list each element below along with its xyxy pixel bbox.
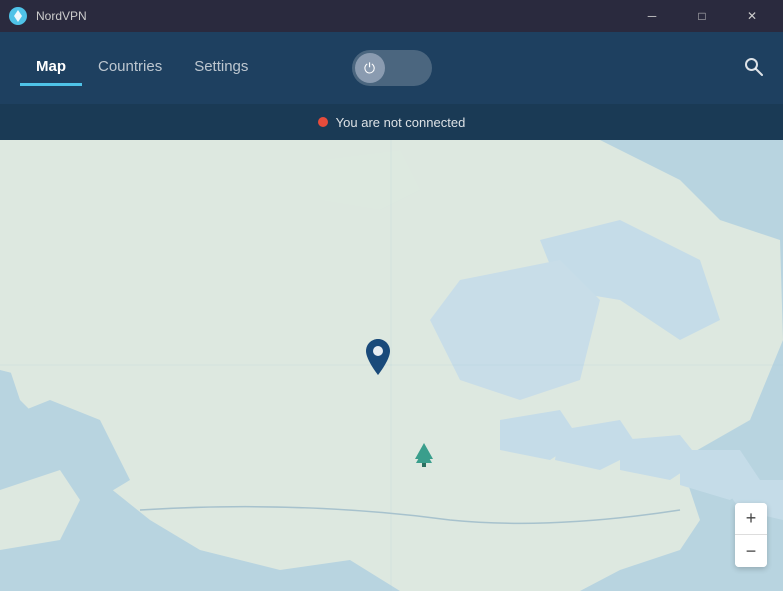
minimize-button[interactable]: ─ — [629, 0, 675, 32]
titlebar-controls: ─ □ ✕ — [629, 0, 775, 32]
close-button[interactable]: ✕ — [729, 0, 775, 32]
zoom-controls: + − — [735, 503, 767, 567]
power-toggle[interactable]: ⏻ — [352, 50, 432, 86]
app-logo — [8, 6, 28, 26]
navbar: Map Countries Settings ⏻ — [0, 32, 783, 104]
nav-tabs: Map Countries Settings — [20, 50, 264, 86]
tab-settings[interactable]: Settings — [178, 50, 264, 86]
tree-icon-1 — [413, 441, 435, 475]
maximize-button[interactable]: □ — [679, 0, 725, 32]
statusbar: You are not connected — [0, 104, 783, 140]
tab-countries[interactable]: Countries — [82, 50, 178, 86]
zoom-out-button[interactable]: − — [735, 535, 767, 567]
toggle-track[interactable]: ⏻ — [352, 50, 432, 86]
connection-status-dot — [318, 117, 328, 127]
app-title: NordVPN — [36, 9, 87, 23]
titlebar: NordVPN ─ □ ✕ — [0, 0, 783, 32]
tab-map[interactable]: Map — [20, 50, 82, 86]
titlebar-left: NordVPN — [8, 6, 87, 26]
zoom-in-button[interactable]: + — [735, 503, 767, 535]
search-icon[interactable] — [743, 56, 763, 81]
toggle-thumb: ⏻ — [355, 53, 385, 83]
map-area[interactable]: + − — [0, 140, 783, 591]
connection-status-text: You are not connected — [336, 115, 466, 130]
location-pin-1[interactable] — [363, 339, 393, 380]
